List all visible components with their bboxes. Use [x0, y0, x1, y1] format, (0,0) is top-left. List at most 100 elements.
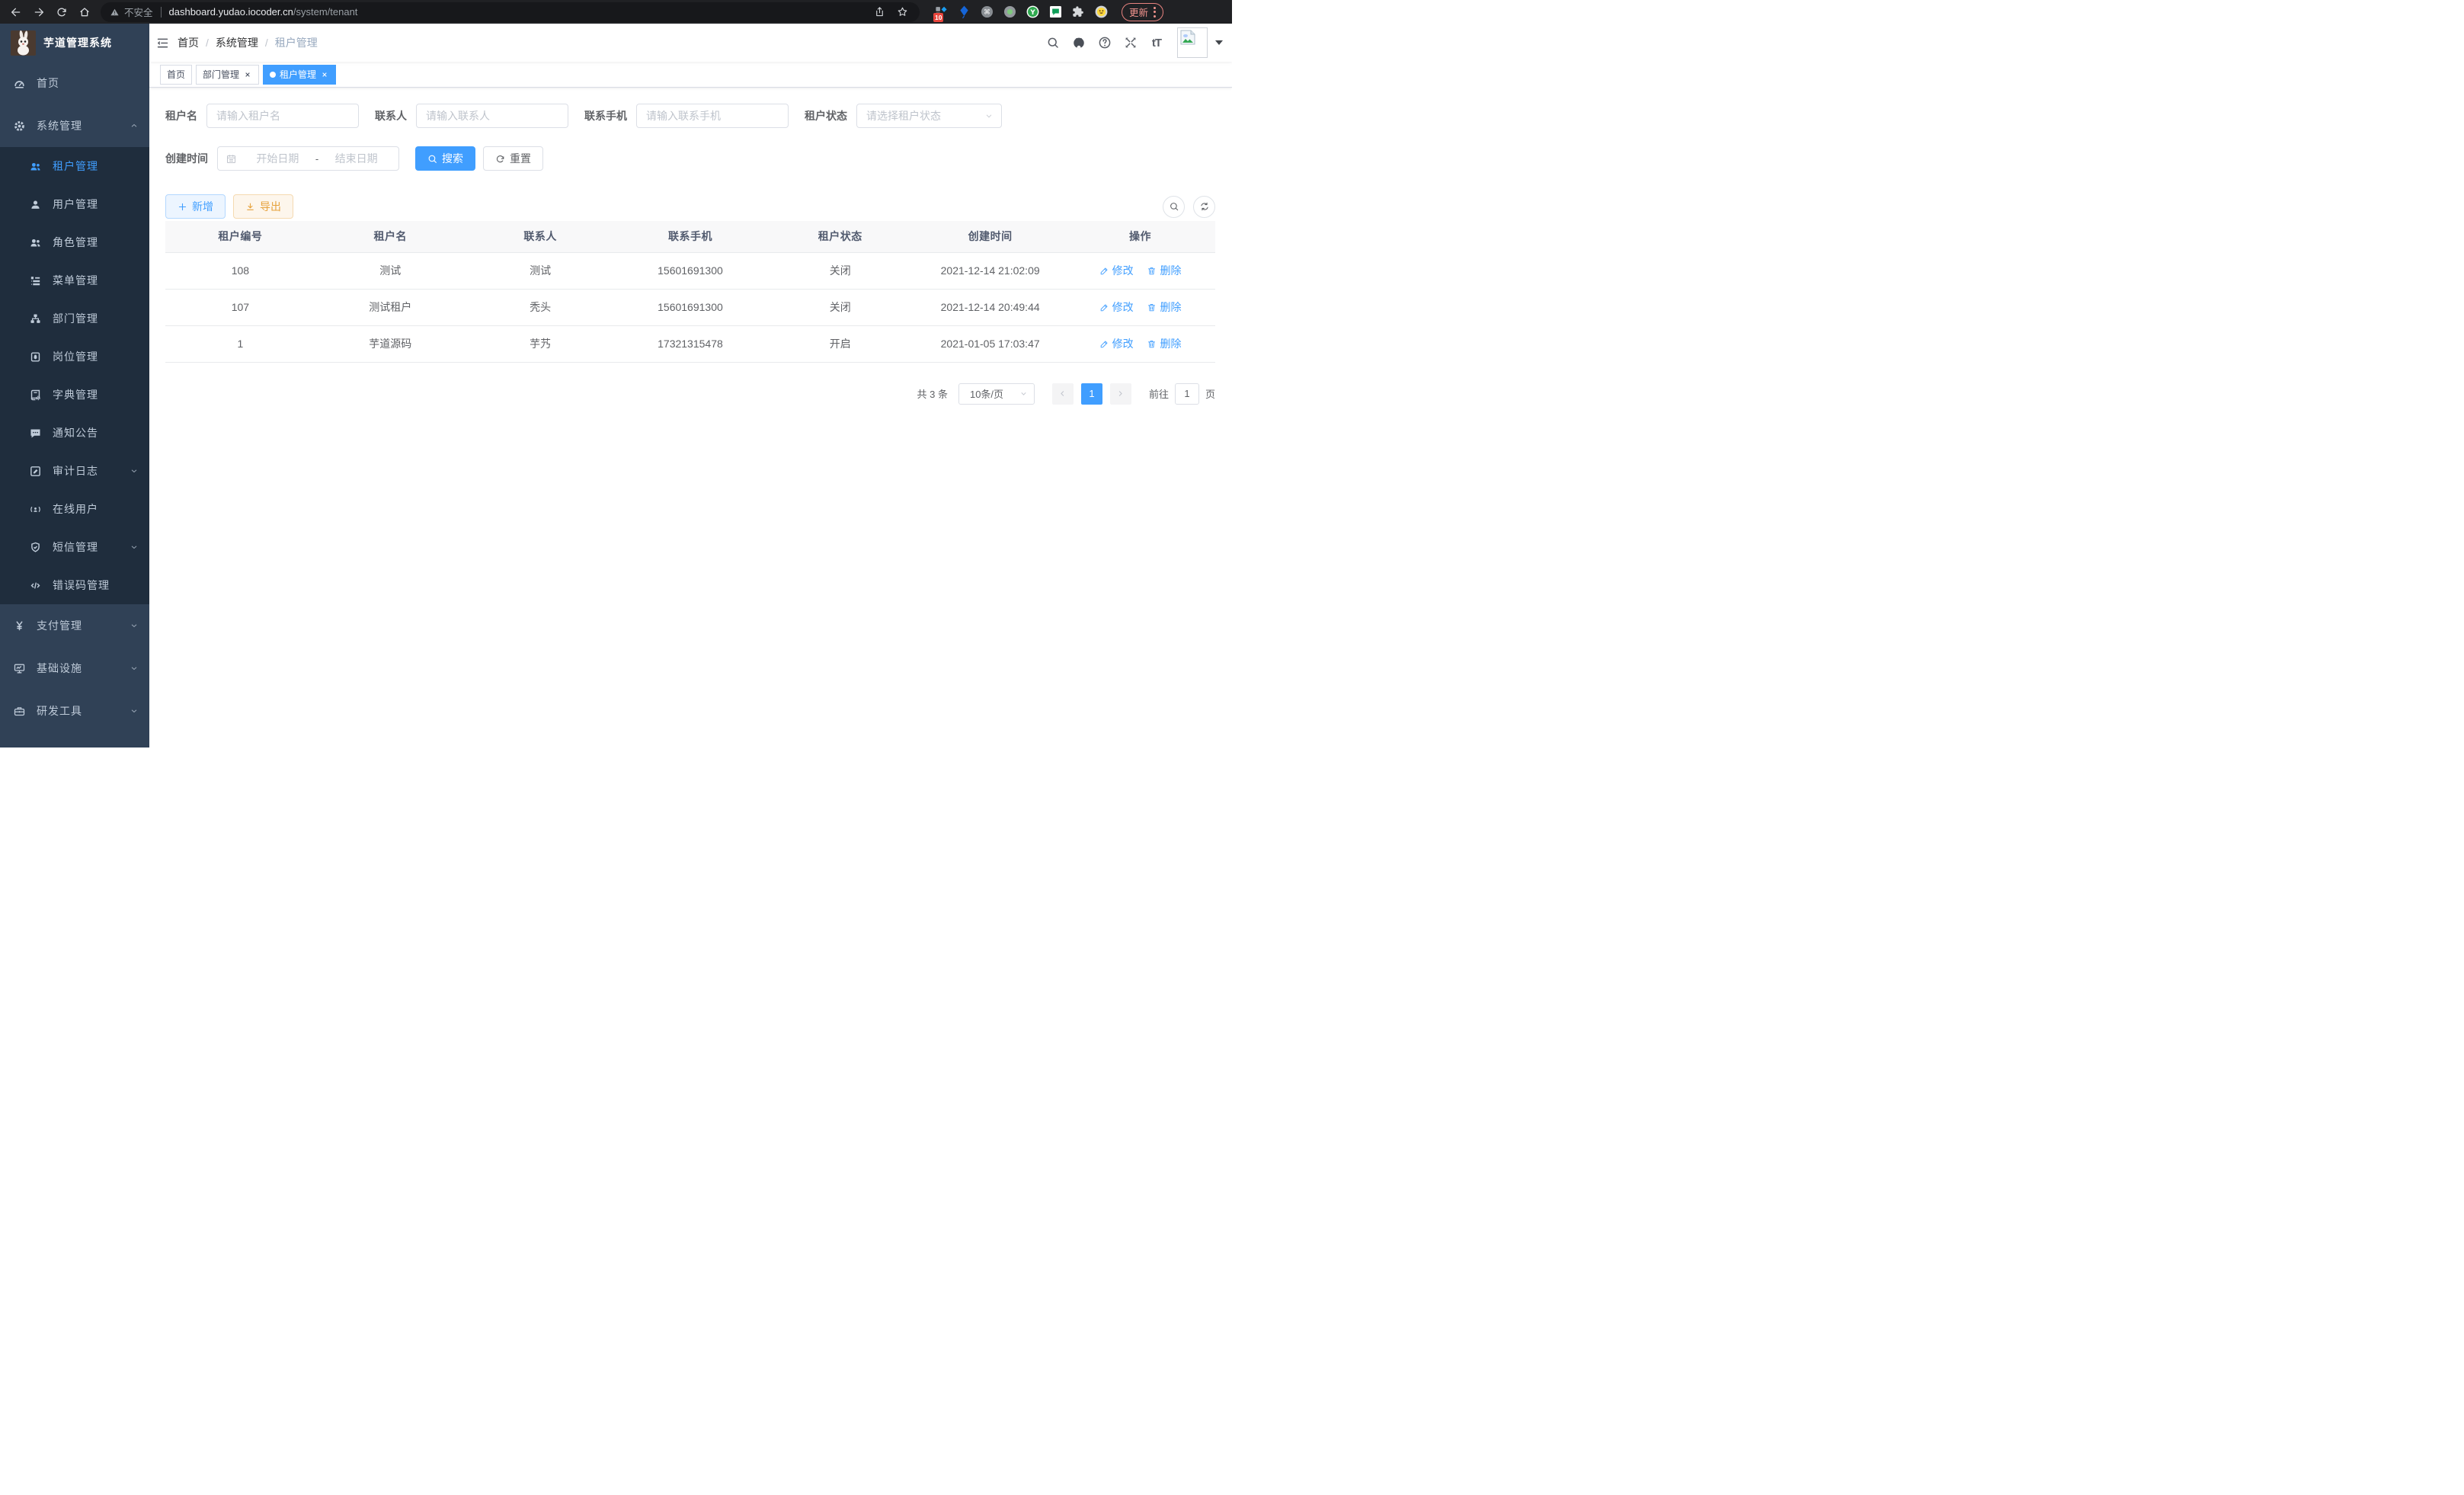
address-bar[interactable]: 不安全 dashboard.yudao.iocoder.cn/system/te…	[101, 2, 920, 22]
goto-page-input[interactable]	[1175, 383, 1199, 405]
share-icon	[874, 6, 885, 18]
sidebar-item-sms[interactable]: 短信管理	[0, 528, 149, 566]
security-chip[interactable]: 不安全	[110, 5, 153, 19]
sidebar-item-audit-log[interactable]: 审计日志	[0, 452, 149, 490]
close-icon[interactable]	[320, 70, 329, 79]
delete-link[interactable]: 删除	[1147, 299, 1181, 315]
sidebar-item-dev-tools[interactable]: 研发工具	[0, 690, 149, 732]
browser-back-button[interactable]	[6, 2, 26, 22]
menu-tree-icon	[29, 274, 42, 287]
breadcrumb-home[interactable]: 首页	[178, 35, 199, 50]
cell-contact: 测试	[466, 252, 616, 289]
sidebar-item-dept[interactable]: 部门管理	[0, 299, 149, 338]
sidebar-item-label: 岗位管理	[53, 349, 98, 364]
fullscreen-button[interactable]	[1118, 30, 1144, 56]
page-size-select[interactable]: 10条/页	[958, 383, 1035, 405]
extension-yudao[interactable]: Y	[1025, 4, 1041, 20]
help-button[interactable]	[1092, 30, 1118, 56]
page-unit-label: 页	[1205, 386, 1215, 401]
close-icon[interactable]	[243, 70, 252, 79]
font-size-button[interactable]: tT	[1144, 30, 1170, 56]
header-search-button[interactable]	[1040, 30, 1066, 56]
sidebar-item-home[interactable]: 首页	[0, 62, 149, 104]
start-date-placeholder: 开始日期	[243, 151, 312, 166]
show-search-button[interactable]	[1163, 196, 1185, 218]
sidebar-item-menu[interactable]: 菜单管理	[0, 261, 149, 299]
sidebar-item-error-code[interactable]: 错误码管理	[0, 566, 149, 604]
sidebar-item-online-user[interactable]: 在线用户	[0, 490, 149, 528]
sidebar-item-role[interactable]: 角色管理	[0, 223, 149, 261]
extension-tag-manager[interactable]: 10	[933, 4, 949, 20]
error-code-icon	[29, 579, 42, 592]
extension-puzzle[interactable]	[1070, 4, 1086, 20]
edit-link[interactable]: 修改	[1099, 336, 1134, 351]
reset-button[interactable]: 重置	[483, 146, 543, 171]
prev-page-button[interactable]	[1052, 383, 1074, 405]
sidebar-item-pay[interactable]: 支付管理	[0, 604, 149, 647]
search-button[interactable]: 搜索	[415, 146, 475, 171]
app-logo-row[interactable]: 芋道管理系统	[0, 24, 149, 62]
sidebar-item-infra[interactable]: 基础设施	[0, 647, 149, 690]
fullscreen-icon	[1124, 36, 1138, 50]
edit-link[interactable]: 修改	[1099, 263, 1134, 278]
sms-shield-icon	[29, 541, 42, 554]
avatar-dropdown-caret[interactable]	[1215, 40, 1223, 45]
sidebar-item-dict[interactable]: 字典管理	[0, 376, 149, 414]
tag-label: 租户管理	[280, 68, 316, 81]
extension-profile-avatar[interactable]	[1093, 4, 1109, 20]
browser-home-button[interactable]	[75, 2, 94, 22]
trash-icon	[1147, 266, 1157, 276]
sidebar-item-system[interactable]: 系统管理	[0, 104, 149, 147]
browser-menu-icon[interactable]	[1154, 7, 1156, 18]
column-header-id: 租户编号	[165, 221, 315, 252]
main-area: 首页 / 系统管理 / 租户管理 tT 首页	[149, 24, 1232, 748]
tenant-name-input[interactable]	[206, 104, 359, 128]
infra-monitor-icon	[13, 662, 26, 675]
export-button[interactable]: 导出	[233, 194, 293, 219]
page-content: 租户名 联系人 联系手机 租户状态 请选择租户状态	[149, 88, 1232, 405]
sidebar-item-tenant[interactable]: 租户管理	[0, 147, 149, 185]
browser-forward-button[interactable]	[29, 2, 49, 22]
edit-pencil-icon	[1099, 339, 1109, 349]
table-row: 107 测试租户 秃头 15601691300 关闭 2021-12-14 20…	[165, 289, 1215, 325]
breadcrumb-system[interactable]: 系统管理	[216, 35, 258, 50]
bookmark-button[interactable]	[894, 4, 910, 21]
browser-reload-button[interactable]	[52, 2, 72, 22]
avatar[interactable]	[1177, 27, 1208, 58]
share-button[interactable]	[871, 4, 888, 21]
delete-link[interactable]: 删除	[1147, 336, 1181, 351]
tag-dept[interactable]: 部门管理	[196, 65, 259, 85]
sidebar-item-user[interactable]: 用户管理	[0, 185, 149, 223]
extension-chat[interactable]	[1048, 4, 1064, 20]
browser-toolbar: 不安全 dashboard.yudao.iocoder.cn/system/te…	[0, 0, 1232, 24]
refresh-cycle-icon	[1199, 201, 1210, 212]
extension-command[interactable]: ⌘	[979, 4, 995, 20]
next-page-button[interactable]	[1110, 383, 1131, 405]
extension-kite[interactable]	[956, 4, 972, 20]
refresh-table-button[interactable]	[1193, 196, 1215, 218]
url-path: /system/tenant	[293, 6, 358, 18]
github-link[interactable]	[1066, 30, 1092, 56]
extension-record[interactable]	[1002, 4, 1018, 20]
edit-link[interactable]: 修改	[1099, 299, 1134, 315]
contact-mobile-input[interactable]	[636, 104, 789, 128]
tag-home[interactable]: 首页	[160, 65, 192, 85]
tag-tenant[interactable]: 租户管理	[263, 65, 336, 85]
contact-name-input[interactable]	[416, 104, 568, 128]
page-number-button[interactable]: 1	[1081, 383, 1102, 405]
create-time-range-picker[interactable]: 开始日期 - 结束日期	[217, 146, 399, 171]
filter-create-time: 创建时间 开始日期 - 结束日期	[165, 146, 399, 171]
omnibox-divider	[161, 7, 162, 18]
sidebar-item-post[interactable]: 岗位管理	[0, 338, 149, 376]
status-select[interactable]: 请选择租户状态	[856, 104, 1002, 128]
browser-update-button[interactable]: 更新	[1122, 3, 1163, 21]
sidebar-item-notice[interactable]: 通知公告	[0, 414, 149, 452]
delete-link[interactable]: 删除	[1147, 263, 1181, 278]
goto-label: 前往	[1149, 386, 1169, 401]
column-header-mobile: 联系手机	[616, 221, 766, 252]
add-button[interactable]: 新增	[165, 194, 226, 219]
page-size-value: 10条/页	[970, 386, 1003, 401]
emoji-face-icon	[1094, 5, 1109, 19]
sidebar-toggle-button[interactable]	[149, 24, 178, 62]
cell-created: 2021-12-14 21:02:09	[915, 252, 1065, 289]
